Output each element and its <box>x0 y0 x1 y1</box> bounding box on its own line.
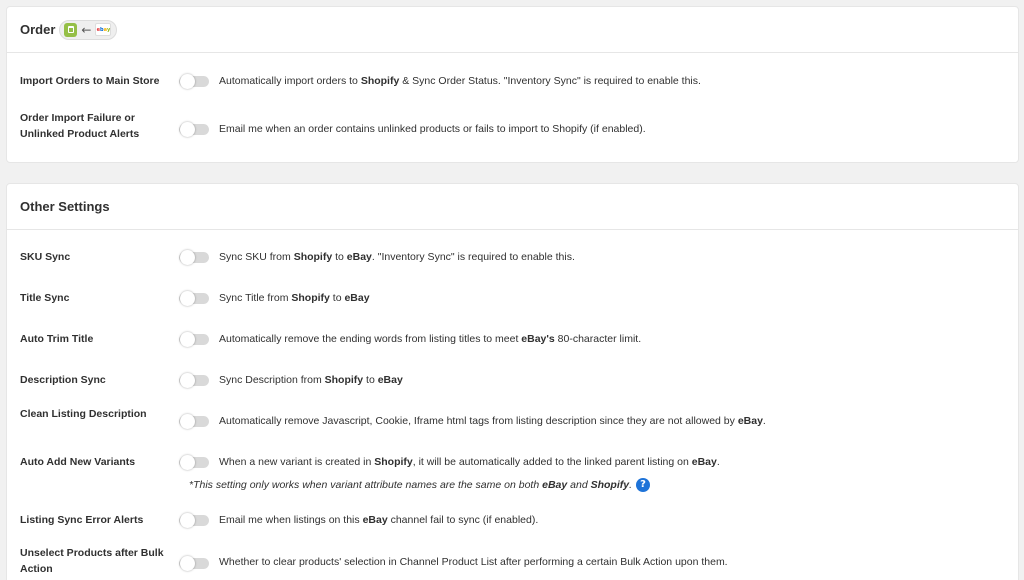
shopify-logo-icon <box>64 22 78 37</box>
channel-pill: ← ebay <box>59 19 118 40</box>
setting-description: Whether to clear products' selection in … <box>219 556 728 568</box>
listing-sync-error-alerts-toggle[interactable] <box>179 513 209 528</box>
order-card-header: Order ← ebay <box>7 7 1018 53</box>
setting-description: Sync Description from Shopify to eBay <box>219 374 403 386</box>
toggle-knob <box>180 414 195 429</box>
title-sync-toggle[interactable] <box>179 291 209 306</box>
auto-add-new-variants-toggle[interactable] <box>179 455 209 470</box>
setting-label: SKU Sync <box>20 251 71 263</box>
setting-description: Email me when an order contains unlinked… <box>219 123 646 135</box>
setting-label: Title Sync <box>20 292 70 304</box>
arrow-left-icon: ← <box>81 22 92 37</box>
setting-description: Email me when listings on this eBay chan… <box>219 514 539 526</box>
toggle-knob <box>180 122 195 137</box>
toggle-knob <box>180 332 195 347</box>
order-card: Order ← ebay Import Orders to Main Store… <box>6 6 1019 163</box>
ebay-logo-icon: ebay <box>95 23 112 36</box>
toggle-knob <box>180 455 195 470</box>
toggle-knob <box>180 513 195 528</box>
setting-label: Auto Trim Title <box>20 333 94 345</box>
toggle-knob <box>180 291 195 306</box>
other-settings-card: Other Settings SKU Sync Sync SKU from Sh… <box>6 183 1019 580</box>
setting-label: Import Orders to Main Store <box>20 75 160 87</box>
other-settings-header: Other Settings <box>7 184 1018 230</box>
setting-label: Auto Add New Variants <box>20 456 136 468</box>
setting-description: Sync SKU from Shopify to eBay. "Inventor… <box>219 251 575 263</box>
import-orders-toggle[interactable] <box>179 74 209 89</box>
help-circle-icon[interactable]: ? <box>636 478 650 493</box>
setting-description: When a new variant is created in Shopify… <box>219 456 720 468</box>
order-card-title: Order <box>20 22 56 37</box>
setting-description: Automatically remove Javascript, Cookie,… <box>219 415 766 427</box>
auto-trim-title-toggle[interactable] <box>179 332 209 347</box>
setting-description: Automatically import orders to Shopify &… <box>219 75 701 87</box>
clean-listing-description-toggle[interactable] <box>179 414 209 429</box>
setting-description: Sync Title from Shopify to eBay <box>219 292 370 304</box>
setting-label: Description Sync <box>20 374 106 386</box>
variant-note: *This setting only works when variant at… <box>189 478 650 493</box>
other-settings-title: Other Settings <box>20 199 110 214</box>
setting-label: Listing Sync Error Alerts <box>20 514 144 526</box>
order-failure-alerts-toggle[interactable] <box>179 122 209 137</box>
toggle-knob <box>180 373 195 388</box>
setting-description: Automatically remove the ending words fr… <box>219 333 642 345</box>
toggle-knob <box>180 556 195 571</box>
toggle-knob <box>180 74 195 89</box>
setting-label: Order Import Failure or Unlinked Product… <box>20 112 140 140</box>
setting-label: Unselect Products after Bulk Action <box>20 547 164 575</box>
toggle-knob <box>180 250 195 265</box>
setting-label: Clean Listing Description <box>20 408 147 420</box>
description-sync-toggle[interactable] <box>179 373 209 388</box>
sku-sync-toggle[interactable] <box>179 250 209 265</box>
unselect-products-toggle[interactable] <box>179 556 209 571</box>
